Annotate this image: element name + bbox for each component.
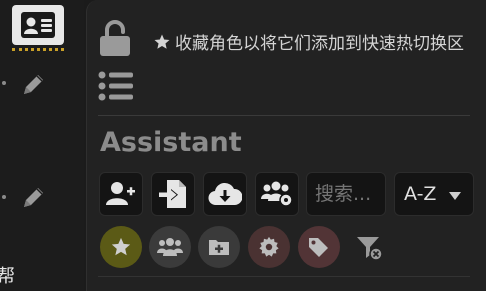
truncated-text: 帮 <box>0 266 15 287</box>
list-icon[interactable] <box>98 70 134 102</box>
filter-settings-button[interactable] <box>248 226 290 268</box>
import-file-icon <box>159 180 186 208</box>
character-list-button[interactable] <box>12 5 64 45</box>
divider <box>98 276 470 277</box>
panel-title: Assistant <box>100 127 242 158</box>
group-icon <box>157 238 183 256</box>
external-import-button[interactable] <box>203 172 247 216</box>
tags-icon <box>309 238 328 257</box>
filter-folder-button[interactable] <box>198 226 240 268</box>
filter-favorites-button[interactable] <box>100 226 142 268</box>
search-input[interactable] <box>306 172 386 216</box>
bullet-dot <box>2 81 6 85</box>
pencil-icon[interactable] <box>21 71 47 97</box>
create-character-button[interactable] <box>99 172 143 216</box>
cloud-download-icon <box>208 182 242 206</box>
bullet-dot <box>2 195 6 199</box>
import-character-button[interactable] <box>151 172 195 216</box>
group-settings-icon <box>261 181 293 207</box>
active-indicator <box>12 48 64 51</box>
favorites-hint: 收藏角色以将它们添加到快速热切换区 <box>153 30 478 58</box>
caret-down-icon <box>449 192 461 200</box>
address-card-icon <box>21 12 55 38</box>
divider <box>98 115 470 116</box>
star-icon <box>154 34 170 49</box>
sort-selected-value: A-Z <box>404 183 437 205</box>
unlock-icon[interactable] <box>98 20 132 56</box>
gear-icon <box>259 236 279 257</box>
add-folder-icon <box>209 240 229 255</box>
left-sidebar: 帮 <box>0 0 84 291</box>
star-icon <box>111 237 131 256</box>
pencil-icon[interactable] <box>21 184 47 210</box>
hint-text: 收藏角色以将它们添加到快速热切换区 <box>175 34 464 54</box>
create-group-button[interactable] <box>255 172 299 216</box>
add-user-icon <box>106 182 135 205</box>
clear-filter-icon[interactable] <box>356 235 384 261</box>
sort-select[interactable]: A-Z <box>394 172 474 216</box>
filter-groups-button[interactable] <box>149 226 191 268</box>
filter-tags-button[interactable] <box>298 226 340 268</box>
